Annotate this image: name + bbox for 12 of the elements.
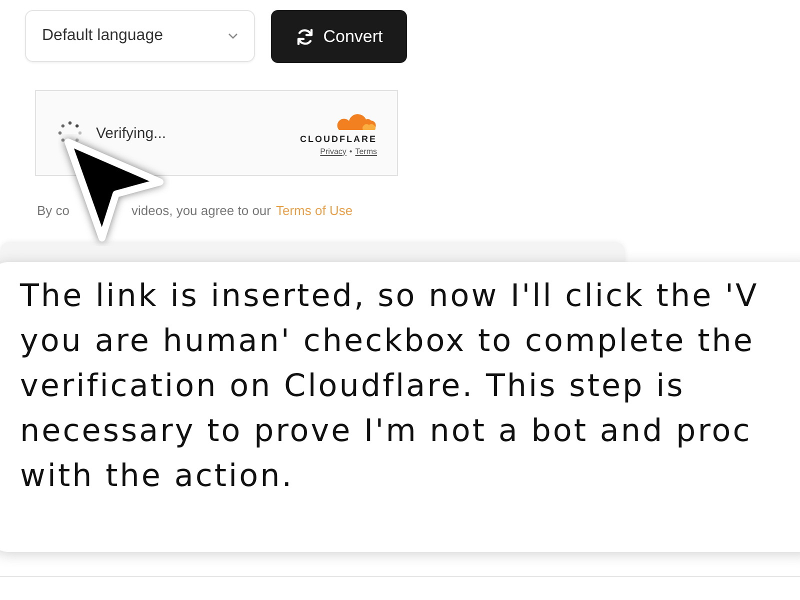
terms-link[interactable]: Terms (355, 146, 377, 156)
notice-text: By co (37, 203, 70, 218)
brand-name: CLOUDFLARE (300, 134, 377, 144)
convert-button[interactable]: Convert (271, 10, 407, 63)
privacy-link[interactable]: Privacy (320, 146, 346, 156)
caption-text: The link is inserted, so now I'll click the 'V you are human' checkbox to complete the verification on Cloudflare. This step is necessary to prove I'm not a bot and proc with the action. (20, 277, 759, 496)
verifying-status: Verifying... (96, 124, 166, 142)
separator-dot: • (349, 146, 352, 156)
language-select[interactable]: Default language (25, 10, 255, 62)
chevron-icon (228, 33, 238, 39)
notice-text: videos, you agree to our (132, 203, 271, 218)
refresh-icon (295, 26, 316, 46)
